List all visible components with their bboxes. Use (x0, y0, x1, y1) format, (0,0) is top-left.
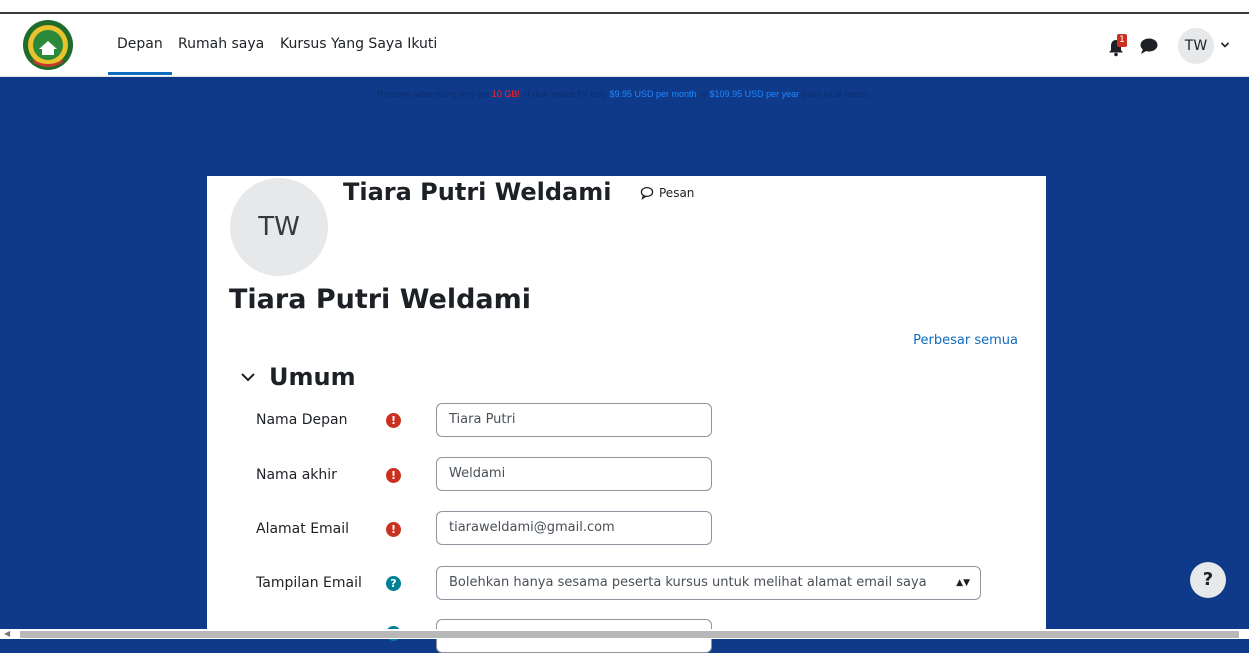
required-icon: ! (386, 413, 401, 428)
chevron-down-icon[interactable] (1220, 40, 1230, 50)
horizontal-scrollbar[interactable]: ◀ (0, 629, 1249, 639)
email-display-select[interactable]: Bolehkan hanya sesama peserta kursus unt… (436, 566, 981, 600)
notification-badge: 1 (1117, 34, 1127, 47)
ad-text-3: or (696, 89, 710, 99)
speech-bubble-icon (640, 186, 654, 201)
first-name-input[interactable]: Tiara Putri (436, 403, 712, 437)
section-collapse-chevron-icon[interactable] (239, 368, 257, 386)
ad-text-2: of disk space for only (519, 89, 610, 99)
nav-link-kursus-saya[interactable]: Kursus Yang Saya Ikuti (280, 36, 437, 52)
required-icon: ! (386, 522, 401, 537)
field-label-email: Alamat Email (256, 521, 350, 537)
window-top-strip (0, 0, 1249, 12)
help-button[interactable]: ? (1190, 562, 1226, 598)
message-label: Pesan (659, 186, 695, 200)
field-label-last-name: Nama akhir (256, 467, 337, 483)
profile-avatar: TW (230, 178, 328, 276)
field-label-email-display: Tampilan Email (256, 575, 362, 591)
section-title-umum[interactable]: Umum (269, 363, 356, 391)
email-input[interactable]: tiaraweldami@gmail.com (436, 511, 712, 545)
advertising-banner: Remove advertising and get 10 GB! of dis… (0, 89, 1249, 99)
scroll-left-arrow-icon[interactable]: ◀ (4, 629, 10, 638)
select-arrows-icon: ▲▼ (956, 578, 970, 588)
top-navbar: Depan Rumah saya Kursus Yang Saya Ikuti … (0, 14, 1249, 77)
last-name-input[interactable]: Weldami (436, 457, 712, 491)
profile-card: TW Tiara Putri Weldami Pesan Tiara Putri… (207, 176, 1046, 653)
nav-link-depan[interactable]: Depan (108, 36, 172, 75)
required-icon: ! (386, 468, 401, 483)
ad-price-year-link[interactable]: $109.95 USD per year (710, 89, 800, 99)
profile-header-name: Tiara Putri Weldami (343, 178, 612, 206)
ad-price-month-link[interactable]: $9.95 USD per month (609, 89, 696, 99)
field-label-first-name: Nama Depan (256, 412, 348, 428)
ad-highlight: 10 GB! (491, 89, 520, 99)
scrollbar-thumb[interactable] (20, 631, 1239, 638)
help-icon[interactable]: ? (386, 576, 401, 591)
messages-icon[interactable] (1138, 36, 1160, 56)
ad-text-1: Remove advertising and get (377, 89, 492, 99)
user-avatar-menu[interactable]: TW (1178, 28, 1214, 64)
page-title: Tiara Putri Weldami (229, 284, 532, 315)
expand-all-link[interactable]: Perbesar semua (913, 333, 1018, 348)
site-logo[interactable] (22, 19, 74, 71)
ad-text-4: (plus local taxes). (799, 89, 872, 99)
notifications-button[interactable]: 1 (1107, 34, 1133, 58)
email-display-selected: Bolehkan hanya sesama peserta kursus unt… (449, 575, 927, 590)
nav-link-rumah-saya[interactable]: Rumah saya (178, 36, 264, 52)
message-button[interactable]: Pesan (640, 186, 695, 201)
